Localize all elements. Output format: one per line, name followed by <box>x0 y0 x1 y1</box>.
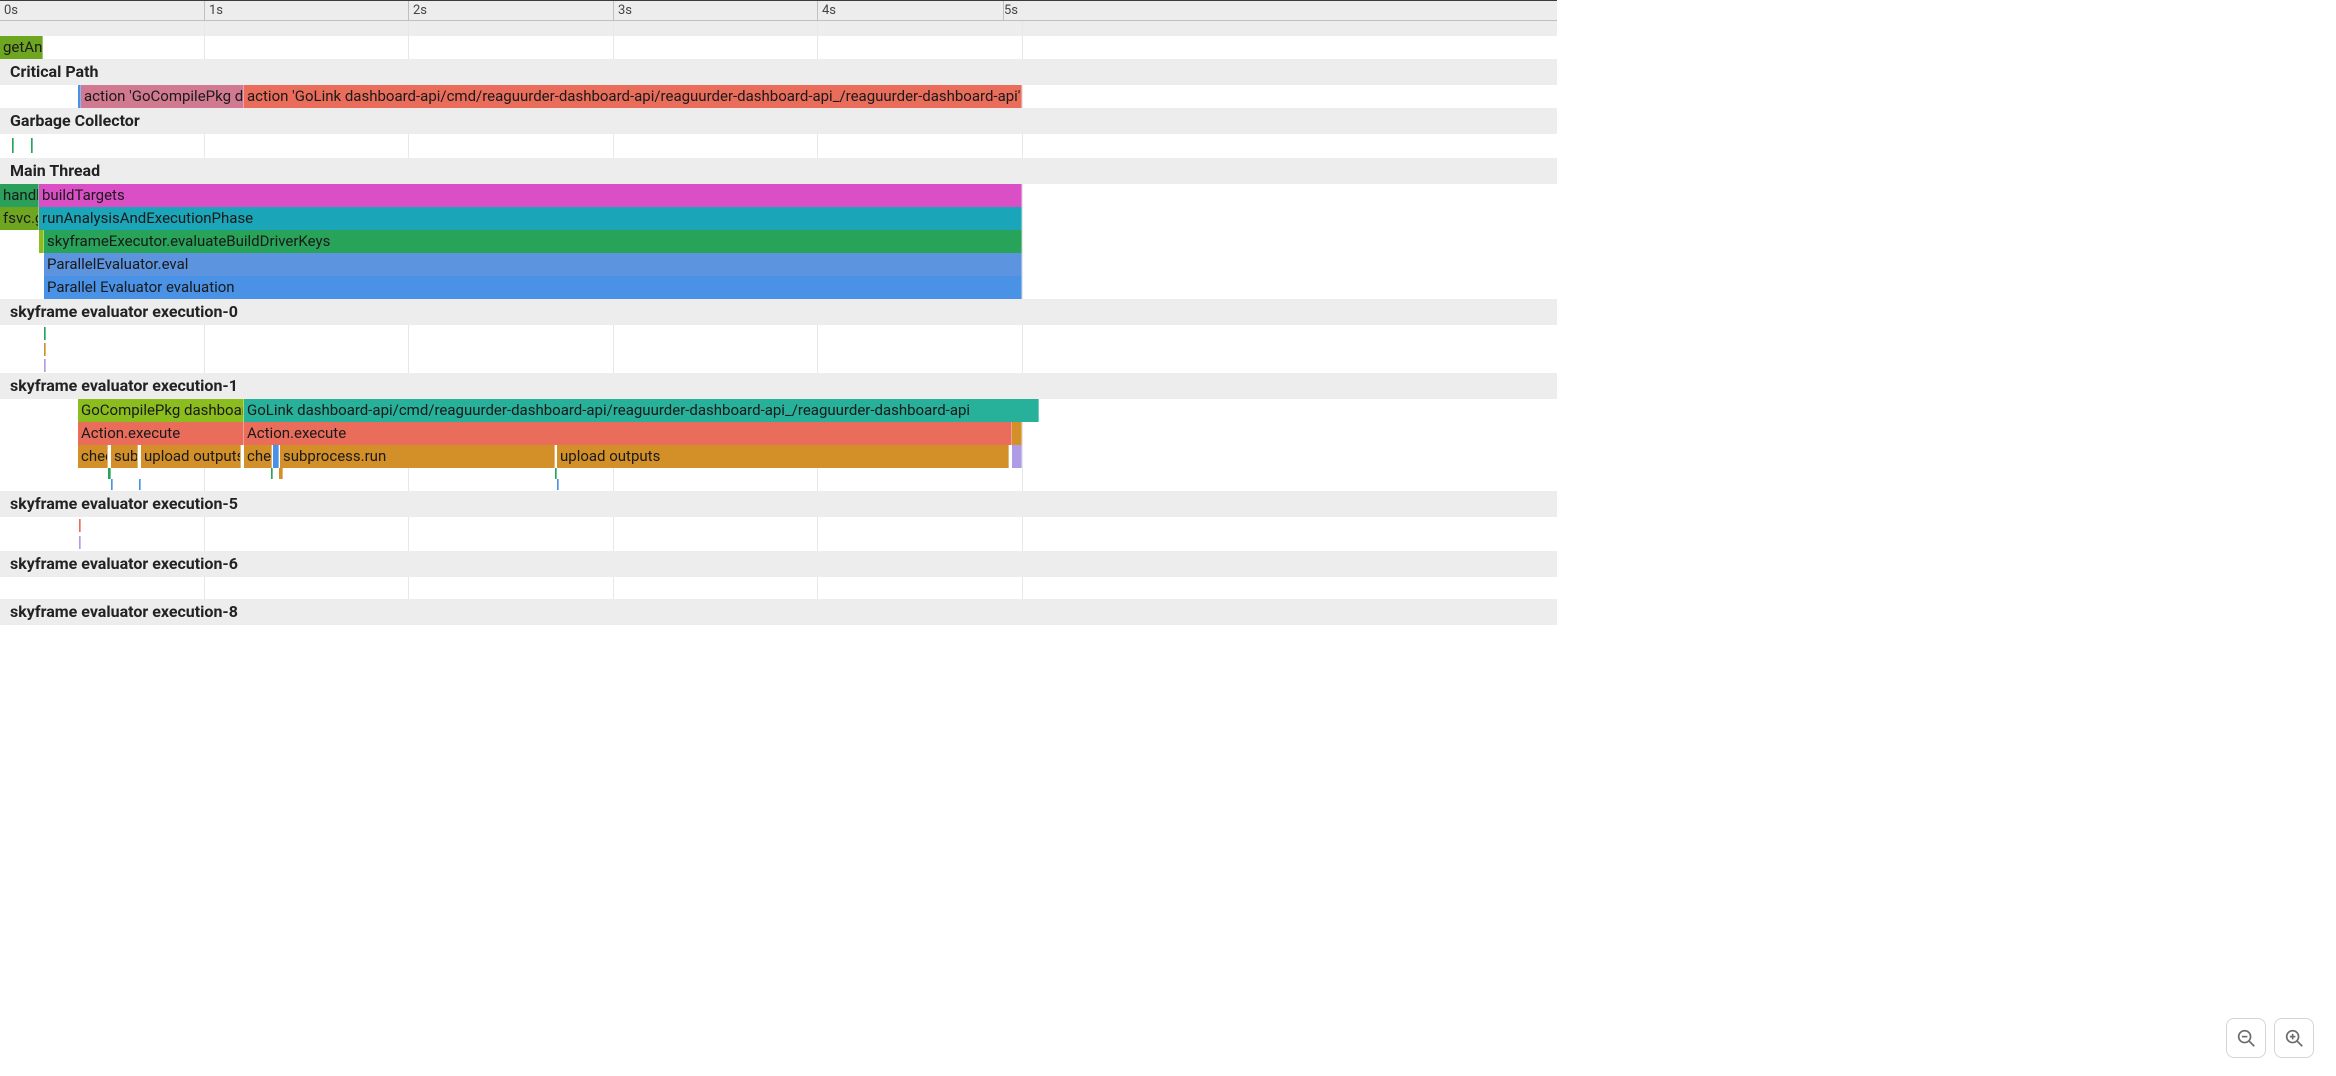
event-skyframeexecutor[interactable]: skyframeExecutor.evaluateBuildDriverKeys <box>44 230 1022 253</box>
event-sliver[interactable] <box>1012 422 1022 445</box>
event-sliver[interactable] <box>44 327 46 340</box>
ruler-tick: 0s <box>0 1 18 20</box>
ruler-tick: 1s <box>204 1 223 20</box>
event-paralleleval[interactable]: ParallelEvaluator.eval <box>44 253 1022 276</box>
event-buildtargets[interactable]: buildTargets <box>39 184 1022 207</box>
event-sliver[interactable] <box>79 536 81 549</box>
event-check-2[interactable]: check <box>244 445 272 468</box>
event-action-execute-1[interactable]: Action.execute <box>78 422 244 445</box>
gc-lane[interactable] <box>0 134 1557 158</box>
event-subprocess-run[interactable]: subprocess.run <box>280 445 555 468</box>
event-upload-2[interactable]: upload outputs <box>557 445 1009 468</box>
gc-event[interactable] <box>12 138 14 153</box>
event-runanalysis[interactable]: runAnalysisAndExecutionPhase <box>39 207 1022 230</box>
section-exec-6[interactable]: skyframe evaluator execution-6 <box>0 551 1557 577</box>
event-sliver[interactable] <box>139 479 141 490</box>
event-check-1[interactable]: check <box>78 445 108 468</box>
event-golink[interactable]: GoLink dashboard-api/cmd/reaguurder-dash… <box>244 399 1039 422</box>
zoom-out-icon <box>2235 1027 2257 1049</box>
event-subp[interactable]: subp <box>111 445 138 468</box>
event-getandv[interactable]: getAndV <box>0 36 43 59</box>
ruler-tick: 3s <box>613 1 632 20</box>
event-sliver[interactable] <box>44 343 46 356</box>
section-exec-1[interactable]: skyframe evaluator execution-1 <box>0 373 1557 399</box>
section-exec-0[interactable]: skyframe evaluator execution-0 <box>0 299 1557 325</box>
section-exec-5[interactable]: skyframe evaluator execution-5 <box>0 491 1557 517</box>
event-sliver[interactable] <box>271 468 273 479</box>
event-handleb[interactable]: handleB <box>0 184 39 207</box>
exec1-lane[interactable]: GoCompilePkg dashboard-api/pkg/c GoLink … <box>0 399 1557 491</box>
section-exec-8[interactable]: skyframe evaluator execution-8 <box>0 599 1557 625</box>
event-action-execute-2[interactable]: Action.execute <box>244 422 1012 445</box>
exec6-lane[interactable] <box>0 577 1557 599</box>
event-sliver[interactable] <box>108 468 111 479</box>
gc-event[interactable] <box>31 138 33 153</box>
zoom-in-icon <box>2283 1027 2305 1049</box>
event-gocompilepkg[interactable]: GoCompilePkg dashboard-api/pkg/c <box>78 399 244 422</box>
event-gocompilepkg[interactable]: action 'GoCompilePkg dashboard-api <box>81 85 244 108</box>
exec5-lane[interactable] <box>0 517 1557 551</box>
section-critical-path[interactable]: Critical Path <box>0 59 1557 85</box>
event-fsvcget[interactable]: fsvc.get <box>0 207 39 230</box>
event-sliver[interactable] <box>79 519 81 532</box>
zoom-out-button[interactable] <box>2226 1018 2266 1058</box>
ruler-tick: 5s <box>1003 1 1022 20</box>
event-sliver[interactable] <box>44 359 46 372</box>
time-ruler[interactable]: 0s 1s 2s 3s 4s 5s <box>0 0 1557 21</box>
event-sliver[interactable] <box>555 468 557 479</box>
ruler-tick: 2s <box>408 1 427 20</box>
event-upload-1[interactable]: upload outputs <box>141 445 241 468</box>
critical-path-lane[interactable]: action 'GoCompilePkg dashboard-api actio… <box>0 85 1557 108</box>
event-golink[interactable]: action 'GoLink dashboard-api/cmd/reaguur… <box>244 85 1022 108</box>
ruler-tick: 4s <box>817 1 836 20</box>
event-sliver[interactable] <box>273 445 279 468</box>
event-parallel-evaluator-evaluation[interactable]: Parallel Evaluator evaluation <box>44 276 1022 299</box>
exec0-lane[interactable] <box>0 325 1557 373</box>
section-main-thread[interactable]: Main Thread <box>0 158 1557 184</box>
event-sliver[interactable] <box>557 479 559 490</box>
main-thread-lane[interactable]: handleB buildTargets fsvc.get runAnalysi… <box>0 184 1557 299</box>
zoom-in-button[interactable] <box>2274 1018 2314 1058</box>
top-lane[interactable]: getAndV <box>0 36 1557 59</box>
event-sliver[interactable] <box>1012 445 1022 468</box>
section-gc[interactable]: Garbage Collector <box>0 108 1557 134</box>
event-sliver[interactable] <box>111 479 113 490</box>
event-sliver[interactable] <box>279 468 283 479</box>
